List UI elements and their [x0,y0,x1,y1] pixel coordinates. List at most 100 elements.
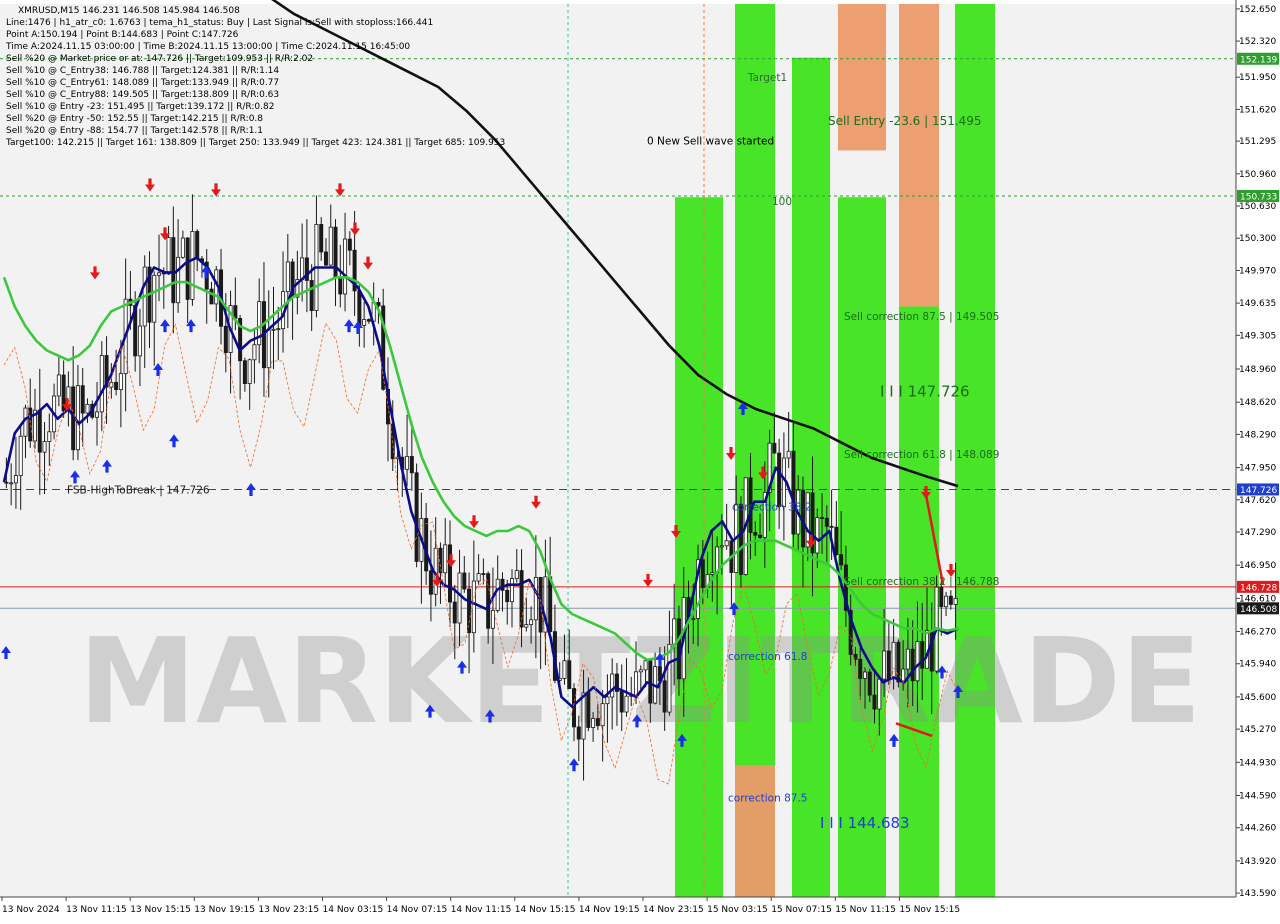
candle-body [209,288,214,305]
candle-body [195,231,200,260]
candle-body [462,572,467,590]
candle-body [166,237,171,275]
candle-body [877,678,882,710]
price-tick-label: 151.295 [1239,137,1276,147]
candle-body [815,517,820,554]
time-tick-label: 14 Nov 23:15 [643,905,704,915]
candle-body [309,280,314,311]
candle-body [185,237,190,300]
chart-annotation: Sell correction 87.5 | 149.505 [844,311,999,323]
candle-body [343,238,348,295]
candle-body [495,578,500,611]
candle-body [457,572,462,624]
chart-annotation: Sell correction 61.8 | 148.089 [844,449,999,461]
time-tick-label: 15 Nov 07:15 [771,905,832,915]
time-tick-label: 13 Nov 19:15 [194,905,255,915]
time-tick-label: 15 Nov 11:15 [835,905,896,915]
candle-body [452,601,457,624]
candle-body [576,726,581,740]
chart-annotation: 0 New Sell wave started [647,136,774,148]
chart-annotation: I I I 147.726 [880,382,970,400]
candle-body [471,580,476,634]
chart-annotation: FSB-HighToBreak | 147.726 [67,484,210,496]
candle-body [447,544,452,603]
candle-body [867,671,872,696]
chart-root: MARKETZITRADE Target1 0 New Sell wave sta… [0,0,1280,920]
info-line: Sell %10 @ Entry -23: 151.495 || Target:… [6,102,274,112]
candle-body [834,526,839,555]
candle-body [905,648,910,670]
candle-body [672,618,677,645]
candle-body [710,572,715,575]
price-tick-label: 147.620 [1239,496,1276,506]
time-tick-label: 14 Nov 11:15 [451,905,512,915]
candle-body [180,237,185,258]
price-tick-label: 150.630 [1239,202,1276,212]
candle-body [529,619,534,626]
candle-body [643,660,648,671]
candle-body [18,435,23,476]
candle-body [223,325,228,353]
candle-body [242,360,247,384]
candle-body [915,641,920,682]
price-tick-label: 149.635 [1239,299,1276,309]
candle-body [605,696,610,705]
price-badge-label: 150.733 [1240,192,1277,202]
candle-body [328,226,333,266]
chart-annotation: correction 87.5 [728,792,807,804]
info-line: Sell %20 @ Entry -88: 154.77 || Target:1… [6,126,263,136]
candle-body [476,573,481,582]
candle-body [424,518,429,572]
info-line: Point A:150.194 | Point B:144.683 | Poin… [6,30,239,40]
candle-body [409,456,414,474]
candle-body [414,472,419,562]
candle-body [882,650,887,680]
candle-body [99,355,104,413]
price-badge-label: 146.508 [1240,605,1277,615]
price-tick-label: 148.290 [1239,430,1276,440]
info-line: Line:1476 | h1_atr_c0: 1.6763 | tema_h1_… [6,18,433,28]
candle-body [42,441,47,453]
candle-body [405,456,410,470]
candle-body [948,595,953,605]
candle-body [920,641,925,669]
candle-body [624,695,629,713]
candle-body [953,597,958,605]
info-line: Sell %20 @ Market price or at: 147.726 |… [6,54,313,64]
candle-body [700,559,705,588]
highlight-zone [899,4,939,307]
candle-body [366,319,371,322]
price-tick-label: 149.970 [1239,266,1276,276]
candle-body [862,671,867,679]
price-tick-label: 146.950 [1239,561,1276,571]
price-tick-label: 151.620 [1239,105,1276,115]
candle-body [171,237,176,304]
price-badge-label: 146.728 [1240,583,1277,593]
candle-body [791,450,796,535]
candle-body [176,256,181,304]
info-line: Time A:2024.11.15 03:00:00 | Time B:2024… [5,42,410,52]
candle-body [481,573,486,575]
candle-body [824,517,829,527]
candle-body [910,648,915,682]
info-line: Sell %20 @ Entry -50: 152.55 || Target:1… [6,114,263,124]
candle-body [638,669,643,673]
candle-body [37,409,42,453]
candle-body [738,503,743,575]
candle-body [586,692,591,728]
candle-body [137,325,142,357]
chart-annotation: correction 38.2 [732,502,811,514]
info-line: Sell %10 @ C_Entry88: 149.505 || Target:… [6,90,279,100]
candle-body [533,576,538,621]
candle-body [753,532,758,536]
candle-body [758,534,763,538]
time-tick-label: 13 Nov 15:15 [130,905,191,915]
candle-body [157,272,162,276]
info-line: Target100: 142.215 || Target 161: 138.80… [5,138,505,148]
price-tick-label: 143.920 [1239,857,1276,867]
candle-body [347,238,352,251]
candle-body [285,261,290,293]
price-tick-label: 148.960 [1239,365,1276,375]
candle-body [486,573,491,629]
candle-body [944,595,949,608]
